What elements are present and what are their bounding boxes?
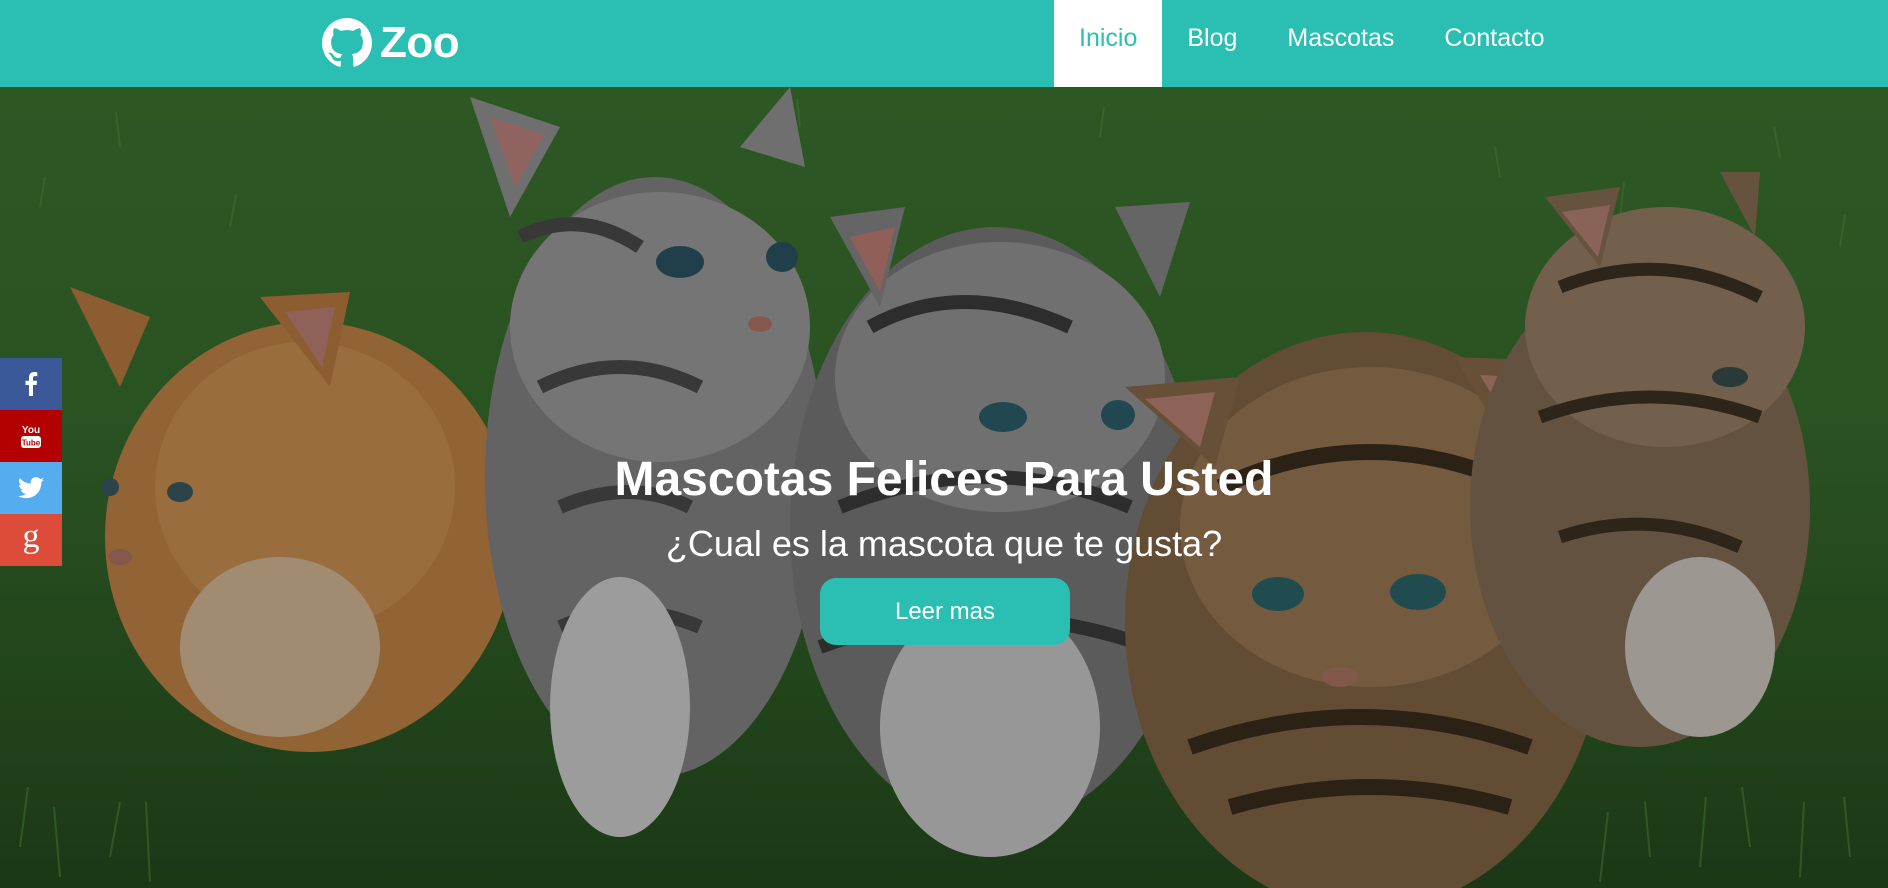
google-plus-link[interactable]: g	[0, 514, 62, 566]
hero-subtitle: ¿Cual es la mascota que te gusta?	[665, 523, 1223, 564]
twitter-link[interactable]	[0, 462, 62, 514]
nav-item-blog[interactable]: Blog	[1162, 0, 1262, 87]
social-sidebar: You Tube g	[0, 358, 62, 566]
nav-item-contacto[interactable]: Contacto	[1419, 0, 1569, 87]
nav-item-inicio[interactable]: Inicio	[1054, 0, 1163, 87]
brand-link[interactable]: Zoo	[322, 16, 460, 70]
youtube-icon: You Tube	[21, 425, 41, 448]
svg-text:Tube: Tube	[22, 439, 41, 448]
hero-title: Mascotas Felices Para Usted	[614, 453, 1274, 506]
twitter-icon	[18, 477, 44, 499]
google-plus-icon: g	[22, 518, 40, 555]
facebook-link[interactable]	[0, 358, 62, 410]
brand-name: Zoo	[380, 18, 460, 67]
navbar: Zoo Inicio Blog Mascotas Contacto	[0, 0, 1888, 87]
github-icon	[322, 18, 372, 67]
main-nav: Inicio Blog Mascotas Contacto	[1054, 0, 1569, 87]
nav-item-mascotas[interactable]: Mascotas	[1262, 0, 1419, 87]
facebook-icon	[25, 372, 38, 396]
read-more-button[interactable]: Leer mas	[820, 578, 1070, 645]
hero-section: Mascotas Felices Para Usted ¿Cual es la …	[0, 87, 1888, 888]
svg-text:You: You	[22, 425, 40, 436]
youtube-link[interactable]: You Tube	[0, 410, 62, 462]
